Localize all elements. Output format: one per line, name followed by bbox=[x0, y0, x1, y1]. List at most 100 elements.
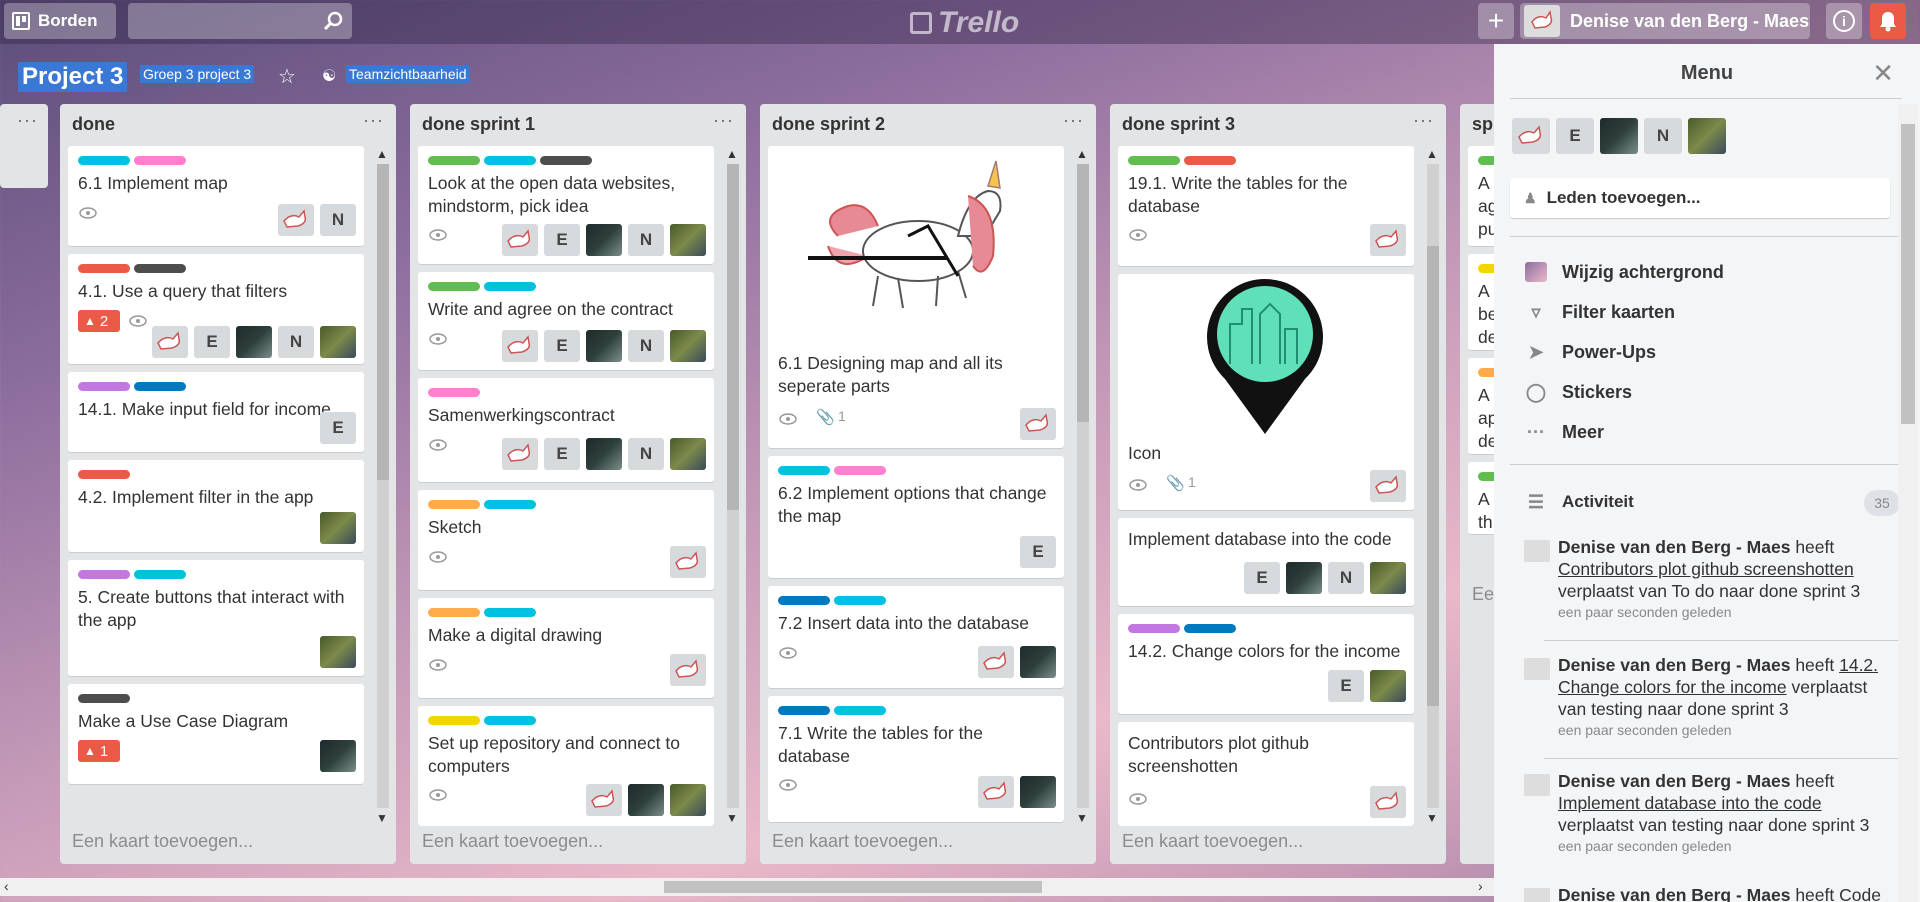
add-card-button[interactable]: Een kaart toevoegen... bbox=[1122, 831, 1303, 852]
list-scrollbar[interactable]: ▲ ▼ bbox=[1424, 146, 1440, 826]
member-avatar[interactable] bbox=[670, 330, 706, 362]
list-menu-icon[interactable]: ··· bbox=[1063, 110, 1084, 131]
list-title[interactable]: done sprint 1 bbox=[422, 114, 535, 135]
board-horizontal-scrollbar[interactable]: ‹ › bbox=[0, 878, 1494, 896]
member-avatar[interactable]: E bbox=[1020, 536, 1056, 568]
member-avatar[interactable]: N bbox=[320, 204, 356, 236]
member-avatar[interactable] bbox=[236, 326, 272, 358]
scroll-down-icon[interactable]: ▼ bbox=[1424, 810, 1440, 826]
visibility-label[interactable]: Teamzichtbaarheid bbox=[346, 65, 470, 83]
search-input[interactable] bbox=[128, 3, 352, 39]
member-avatar[interactable] bbox=[1512, 118, 1550, 154]
member-avatar[interactable] bbox=[278, 204, 314, 236]
member-avatar[interactable] bbox=[152, 326, 188, 358]
member-avatar[interactable]: E bbox=[320, 412, 356, 444]
member-avatar[interactable] bbox=[320, 740, 356, 772]
list-title[interactable]: done sprint 3 bbox=[1122, 114, 1235, 135]
add-card-button[interactable]: Een kaart toevoegen... bbox=[422, 831, 603, 852]
add-card-button[interactable]: Ee bbox=[1472, 584, 1494, 605]
member-avatar[interactable] bbox=[502, 224, 538, 256]
scroll-left-icon[interactable]: ‹ bbox=[4, 878, 9, 894]
list-scrollbar[interactable]: ▲ ▼ bbox=[724, 146, 740, 826]
list-title[interactable]: done bbox=[72, 114, 115, 135]
scroll-down-icon[interactable]: ▼ bbox=[374, 810, 390, 826]
scroll-up-icon[interactable]: ▲ bbox=[1074, 146, 1090, 162]
card[interactable]: Set up repository and connect to compute… bbox=[418, 706, 714, 826]
member-avatar[interactable]: E bbox=[1244, 562, 1280, 594]
card[interactable]: 19.1. Write the tables for the database bbox=[1118, 146, 1414, 266]
member-avatar[interactable]: N bbox=[628, 224, 664, 256]
card[interactable]: 5. Create buttons that interact with the… bbox=[68, 560, 364, 676]
list-menu-icon[interactable]: ··· bbox=[17, 110, 38, 131]
info-button[interactable]: i bbox=[1826, 3, 1862, 39]
member-avatar[interactable] bbox=[1020, 646, 1056, 678]
card[interactable]: Make a Use Case Diagram ▲ 1 bbox=[68, 684, 364, 784]
list-scrollbar[interactable]: ▲ ▼ bbox=[374, 146, 390, 826]
scroll-up-icon[interactable]: ▲ bbox=[374, 146, 390, 162]
member-avatar[interactable] bbox=[1020, 776, 1056, 808]
member-avatar[interactable]: N bbox=[628, 438, 664, 470]
member-avatar[interactable] bbox=[978, 776, 1014, 808]
card[interactable]: Samenwerkingscontract E N bbox=[418, 378, 714, 482]
menu-item-stickers[interactable]: ◯ Stickers bbox=[1524, 380, 1632, 404]
card[interactable]: Implement database into the code E N bbox=[1118, 518, 1414, 606]
scroll-up-icon[interactable]: ▲ bbox=[1424, 146, 1440, 162]
list-scrollbar[interactable]: ▲ ▼ bbox=[1074, 146, 1090, 826]
member-avatar[interactable] bbox=[586, 224, 622, 256]
boards-button[interactable]: Borden bbox=[4, 3, 116, 39]
member-avatar[interactable] bbox=[502, 330, 538, 362]
member-avatar[interactable] bbox=[1286, 562, 1322, 594]
member-avatar[interactable]: N bbox=[628, 330, 664, 362]
member-avatar[interactable]: E bbox=[544, 330, 580, 362]
menu-item-more[interactable]: ··· Meer bbox=[1524, 420, 1604, 444]
search-icon[interactable] bbox=[322, 10, 344, 32]
add-button[interactable]: + bbox=[1478, 3, 1514, 39]
card[interactable]: 14.1. Make input field for income E bbox=[68, 372, 364, 452]
list-title[interactable]: done sprint 2 bbox=[772, 114, 885, 135]
member-avatar[interactable]: E bbox=[544, 438, 580, 470]
member-avatar[interactable]: E bbox=[1556, 118, 1594, 154]
add-card-button[interactable]: Een kaart toevoegen... bbox=[772, 831, 953, 852]
card[interactable]: Contributors plot github screenshotten bbox=[1118, 722, 1414, 826]
card[interactable]: 6.1 Implement map N bbox=[68, 146, 364, 246]
menu-item-power-ups[interactable]: ➤ Power-Ups bbox=[1524, 340, 1656, 364]
member-avatar[interactable] bbox=[320, 512, 356, 544]
member-avatar[interactable] bbox=[670, 438, 706, 470]
member-avatar[interactable] bbox=[586, 330, 622, 362]
member-avatar[interactable]: N bbox=[1644, 118, 1682, 154]
user-menu-button[interactable]: Denise van den Berg - Maes bbox=[1520, 3, 1810, 39]
member-avatar[interactable]: E bbox=[1328, 670, 1364, 702]
card[interactable]: 7.1 Write the tables for the database bbox=[768, 696, 1064, 822]
member-avatar[interactable] bbox=[628, 784, 664, 816]
card[interactable]: 6.1 Designing map and all its seperate p… bbox=[768, 146, 1064, 448]
add-members-button[interactable]: ♟ Leden toevoegen... bbox=[1510, 178, 1890, 218]
card[interactable]: Write and agree on the contract E N bbox=[418, 272, 714, 370]
member-avatar[interactable] bbox=[502, 438, 538, 470]
member-avatar[interactable] bbox=[670, 546, 706, 578]
card[interactable]: Look at the open data websites, mindstor… bbox=[418, 146, 714, 264]
member-avatar[interactable] bbox=[320, 636, 356, 668]
member-avatar[interactable] bbox=[670, 224, 706, 256]
list-menu-icon[interactable]: ··· bbox=[713, 110, 734, 131]
member-avatar[interactable] bbox=[1370, 562, 1406, 594]
scroll-down-icon[interactable]: ▼ bbox=[724, 810, 740, 826]
list-menu-icon[interactable]: ··· bbox=[363, 110, 384, 131]
menu-scrollbar[interactable] bbox=[1898, 104, 1918, 902]
card[interactable]: 7.2 Insert data into the database bbox=[768, 586, 1064, 688]
card[interactable]: 6.2 Implement options that change the ma… bbox=[768, 456, 1064, 578]
member-avatar[interactable] bbox=[1370, 470, 1406, 502]
board-title[interactable]: Project 3 bbox=[18, 62, 128, 92]
member-avatar[interactable]: E bbox=[544, 224, 580, 256]
member-avatar[interactable] bbox=[978, 646, 1014, 678]
member-avatar[interactable]: N bbox=[1328, 562, 1364, 594]
member-avatar[interactable] bbox=[586, 784, 622, 816]
collapsed-list[interactable]: ··· bbox=[0, 104, 48, 188]
close-icon[interactable]: ✕ bbox=[1872, 58, 1894, 89]
member-avatar[interactable] bbox=[1600, 118, 1638, 154]
member-avatar[interactable] bbox=[1688, 118, 1726, 154]
menu-item-filter-cards[interactable]: ▿ Filter kaarten bbox=[1524, 300, 1675, 324]
scroll-right-icon[interactable]: › bbox=[1478, 878, 1483, 894]
card[interactable]: 4.2. Implement filter in the app bbox=[68, 460, 364, 552]
star-icon[interactable]: ☆ bbox=[278, 64, 296, 89]
list-menu-icon[interactable]: ··· bbox=[1413, 110, 1434, 131]
